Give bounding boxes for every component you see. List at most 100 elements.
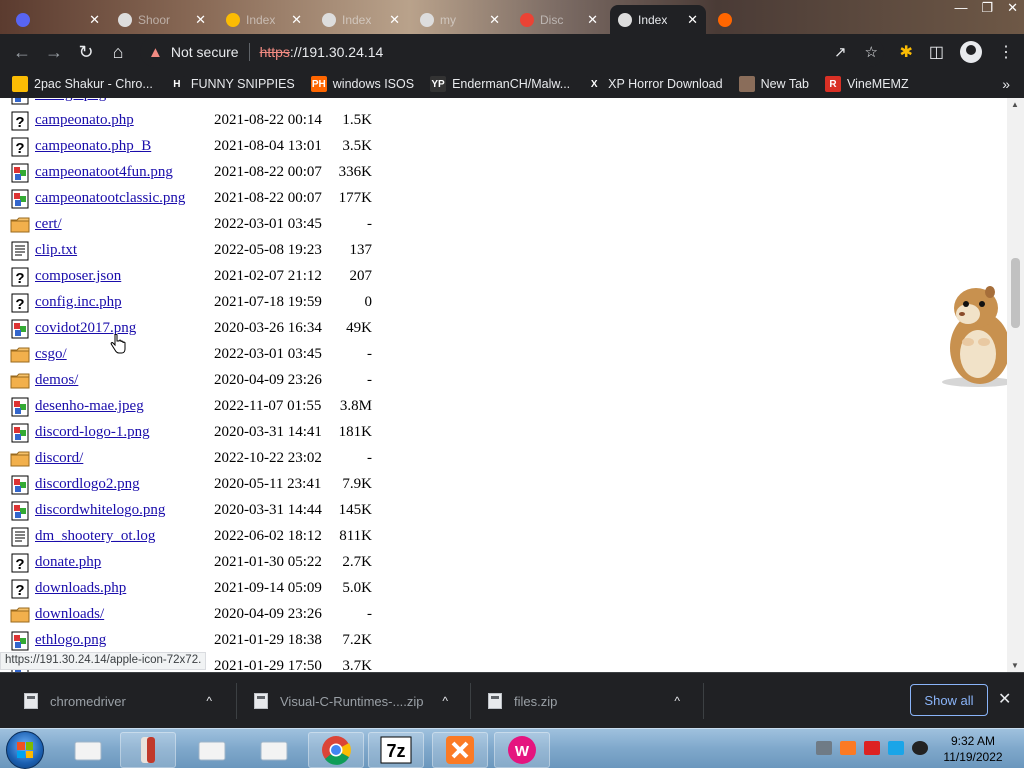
download-name[interactable]: files.zip	[514, 694, 557, 709]
page-scrollbar[interactable]: ▲ ▼	[1007, 98, 1024, 672]
browser-tab[interactable]: ✕	[8, 5, 108, 34]
taskbar-app-xampp[interactable]	[432, 732, 488, 768]
tab-close-icon[interactable]: ✕	[195, 12, 206, 28]
bookmark-label[interactable]: EndermanCH/Malw...	[452, 77, 570, 91]
download-item[interactable]: Visual-C-Runtimes-....zip ^	[254, 673, 466, 729]
tray-flag-icon[interactable]	[864, 741, 880, 755]
taskbar-app-window[interactable]	[184, 732, 240, 768]
chevron-up-icon[interactable]: ^	[442, 694, 448, 708]
home-icon[interactable]: ⌂	[102, 36, 134, 68]
download-item[interactable]: chromedriver ^	[24, 673, 230, 729]
file-link[interactable]: discord/	[35, 450, 83, 467]
scroll-up-icon[interactable]: ▲	[1011, 100, 1019, 109]
download-name[interactable]: Visual-C-Runtimes-....zip	[280, 694, 424, 709]
bookmark-label[interactable]: XP Horror Download	[608, 77, 722, 91]
close-icon[interactable]: ✕	[998, 689, 1011, 709]
download-item[interactable]: files.zip ^	[488, 673, 698, 729]
file-link[interactable]: ethlogo.png	[35, 632, 106, 649]
taskbar-app-media[interactable]	[120, 732, 176, 768]
taskbar-app-wamp[interactable]: W	[494, 732, 550, 768]
bookmark-item[interactable]: PH windows ISOS	[310, 76, 414, 92]
browser-tab[interactable]: Index ✕	[218, 5, 310, 34]
file-link[interactable]: clip.txt	[35, 242, 77, 259]
warning-icon[interactable]: ▲	[148, 44, 163, 61]
share-icon[interactable]: ↗	[834, 43, 847, 61]
profile-avatar[interactable]	[960, 41, 982, 63]
bookmark-item[interactable]: X XP Horror Download	[586, 76, 723, 92]
not-secure-label[interactable]: Not secure	[171, 44, 239, 60]
download-name[interactable]: chromedriver	[50, 694, 126, 709]
browser-tab[interactable]: Shoor ✕	[110, 5, 214, 34]
browser-tab[interactable]	[710, 5, 770, 34]
back-icon[interactable]: ←	[6, 36, 38, 68]
file-link[interactable]: csgo/	[35, 346, 67, 363]
taskbar-clock[interactable]: 9:32 AM 11/19/2022	[938, 733, 1008, 765]
browser-tab[interactable]: Index ✕	[610, 5, 706, 34]
bookmark-label[interactable]: 2pac Shakur - Chro...	[34, 77, 153, 91]
file-link[interactable]: demos/	[35, 372, 78, 389]
tray-xampp-icon[interactable]	[840, 741, 856, 755]
tab-close-icon[interactable]: ✕	[587, 12, 598, 28]
tab-close-icon[interactable]: ✕	[389, 12, 400, 28]
bookmarks-overflow-icon[interactable]: »	[1002, 76, 1010, 92]
minimize-icon[interactable]: —	[954, 0, 967, 16]
file-link[interactable]: discord-logo-1.png	[35, 424, 150, 441]
menu-kebab-icon[interactable]: ⋮	[998, 42, 1014, 62]
tray-network-icon[interactable]	[888, 741, 904, 755]
close-window-icon[interactable]: ✕	[1007, 0, 1018, 16]
bookmark-label[interactable]: VineMEMZ	[847, 77, 909, 91]
bookmark-item[interactable]: 2pac Shakur - Chro...	[12, 76, 153, 92]
show-all-button[interactable]: Show all	[910, 684, 988, 716]
bookmark-star-icon[interactable]: ☆	[865, 43, 878, 61]
chevron-up-icon[interactable]: ^	[206, 694, 212, 708]
taskbar-app-chrome[interactable]	[308, 732, 364, 768]
scrollbar-thumb[interactable]	[1011, 258, 1020, 328]
address-bar[interactable]: ▲ Not secure https://191.30.24.14 ↗ ☆	[140, 37, 884, 67]
scroll-down-icon[interactable]: ▼	[1011, 661, 1019, 670]
side-panel-icon[interactable]: ◫	[929, 42, 944, 62]
start-button[interactable]	[6, 731, 44, 769]
bookmark-item[interactable]: R VineMEMZ	[825, 76, 909, 92]
extensions-icon[interactable]: ✱	[899, 42, 912, 62]
file-link[interactable]: desenho-mae.jpeg	[35, 398, 144, 415]
bookmark-item[interactable]: YP EndermanCH/Malw...	[430, 76, 570, 92]
bookmark-item[interactable]: H FUNNY SNIPPIES	[168, 76, 295, 92]
file-link[interactable]: discordlogo2.png	[35, 476, 140, 493]
file-link[interactable]: btclogo.png	[35, 98, 106, 103]
taskbar-app-7zip[interactable]: 7z	[368, 732, 424, 768]
file-link[interactable]: donate.php	[35, 554, 101, 571]
file-link[interactable]: downloads/	[35, 606, 104, 623]
file-size: 5.0K	[342, 580, 372, 596]
restore-icon[interactable]: ❐	[981, 0, 993, 16]
file-link[interactable]: campeonatootclassic.png	[35, 190, 185, 207]
tab-close-icon[interactable]: ✕	[489, 12, 500, 28]
browser-tab[interactable]: Index ✕	[314, 5, 408, 34]
bookmark-label[interactable]: FUNNY SNIPPIES	[191, 77, 295, 91]
browser-tab[interactable]: my ✕	[412, 5, 508, 34]
unknown-file-icon: ?	[10, 579, 30, 599]
forward-icon[interactable]: →	[38, 36, 70, 68]
file-link[interactable]: config.inc.php	[35, 294, 122, 311]
chevron-up-icon[interactable]: ^	[674, 694, 680, 708]
tab-close-icon[interactable]: ✕	[687, 12, 698, 28]
file-link[interactable]: discordwhitelogo.png	[35, 502, 165, 519]
reload-icon[interactable]: ↻	[70, 36, 102, 68]
file-link[interactable]: composer.json	[35, 268, 121, 285]
taskbar-app-explorer[interactable]	[60, 732, 116, 768]
bookmark-label[interactable]: New Tab	[761, 77, 809, 91]
file-link[interactable]: cert/	[35, 216, 62, 233]
tab-close-icon[interactable]: ✕	[291, 12, 302, 28]
file-link[interactable]: dm_shootery_ot.log	[35, 528, 155, 545]
file-link[interactable]: campeonato.php_B	[35, 138, 151, 155]
tab-favicon-icon	[618, 12, 632, 27]
taskbar-app-window[interactable]	[246, 732, 302, 768]
browser-tab[interactable]: Disc ✕	[512, 5, 606, 34]
file-link[interactable]: campeonatoot4fun.png	[35, 164, 173, 181]
file-link[interactable]: campeonato.php	[35, 112, 134, 129]
file-link[interactable]: downloads.php	[35, 580, 126, 597]
bookmark-label[interactable]: windows ISOS	[333, 77, 414, 91]
tab-close-icon[interactable]: ✕	[89, 12, 100, 28]
tray-app-icon[interactable]	[816, 741, 832, 755]
tray-volume-icon[interactable]	[912, 741, 928, 755]
bookmark-item[interactable]: New Tab	[738, 76, 809, 92]
